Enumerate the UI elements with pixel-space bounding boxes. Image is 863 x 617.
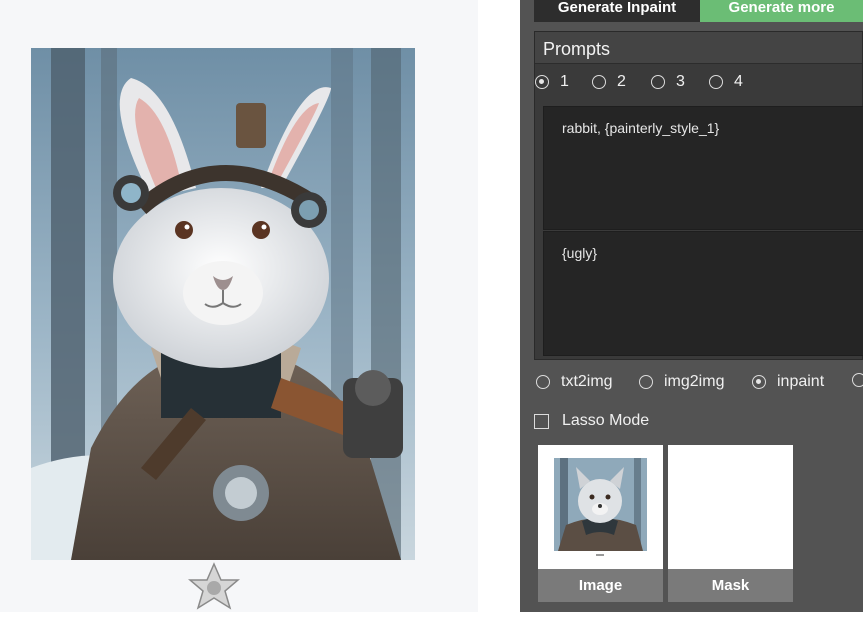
- prompt-slot-selector: 1 2 3 4: [535, 65, 862, 95]
- mode-label: txt2img: [561, 373, 613, 390]
- prompt-slot-label: 1: [560, 73, 569, 90]
- prompt-slot-label: 4: [734, 73, 743, 90]
- mask-thumbnail-label: Mask: [668, 569, 793, 602]
- generation-mode-selector: txt2img img2img inpaint: [534, 372, 863, 392]
- pane-divider: [478, 0, 520, 612]
- mode-img2img[interactable]: img2img: [639, 373, 724, 391]
- positive-prompt-textarea[interactable]: rabbit, {painterly_style_1}: [543, 106, 863, 230]
- mode-next-partial[interactable]: [852, 373, 863, 387]
- wolf-thumbnail-illustration: [538, 445, 663, 569]
- mode-txt2img[interactable]: txt2img: [536, 373, 613, 391]
- prompt-slot-2[interactable]: 2: [592, 73, 626, 91]
- mode-inpaint[interactable]: inpaint: [752, 373, 824, 391]
- generated-image[interactable]: [31, 48, 415, 560]
- lasso-mode-label: Lasso Mode: [562, 412, 650, 429]
- checkbox-icon[interactable]: [534, 413, 549, 429]
- rabbit-illustration: [31, 48, 415, 560]
- image-thumbnail-label: Image: [538, 569, 663, 602]
- prompts-header: Prompts: [535, 32, 862, 64]
- control-panel: Generate Inpaint Generate more Prompts 1…: [520, 0, 863, 612]
- negative-prompt-textarea[interactable]: {ugly}: [543, 231, 863, 356]
- radio-icon[interactable]: [852, 373, 863, 387]
- mask-preview: [668, 445, 793, 569]
- prompt-slot-4[interactable]: 4: [709, 73, 743, 91]
- radio-icon[interactable]: [709, 75, 723, 89]
- image-thumbnail[interactable]: Image: [538, 445, 663, 602]
- generate-inpaint-button[interactable]: Generate Inpaint: [534, 0, 700, 22]
- prompt-slot-1[interactable]: 1: [535, 73, 569, 91]
- radio-icon[interactable]: [592, 75, 606, 89]
- radio-icon[interactable]: [639, 375, 653, 389]
- lasso-mode-toggle[interactable]: Lasso Mode: [534, 411, 649, 431]
- radio-icon[interactable]: [536, 375, 550, 389]
- image-preview: [538, 445, 663, 569]
- prompt-slot-3[interactable]: 3: [651, 73, 685, 91]
- canvas-area: [0, 0, 478, 612]
- mask-thumbnail[interactable]: Mask: [668, 445, 793, 602]
- mode-label: img2img: [664, 373, 725, 390]
- prompts-title: Prompts: [543, 39, 611, 59]
- radio-selected-icon[interactable]: [752, 375, 766, 389]
- generate-more-button[interactable]: Generate more: [700, 0, 863, 22]
- prompts-panel: Prompts 1 2 3 4 rabbit, {painterly_style…: [534, 31, 863, 360]
- mode-label: inpaint: [777, 373, 825, 390]
- radio-icon[interactable]: [651, 75, 665, 89]
- star-emblem-icon: [187, 562, 241, 612]
- prompt-slot-label: 2: [617, 73, 626, 90]
- prompt-slot-label: 3: [676, 73, 685, 90]
- radio-selected-icon[interactable]: [535, 75, 549, 89]
